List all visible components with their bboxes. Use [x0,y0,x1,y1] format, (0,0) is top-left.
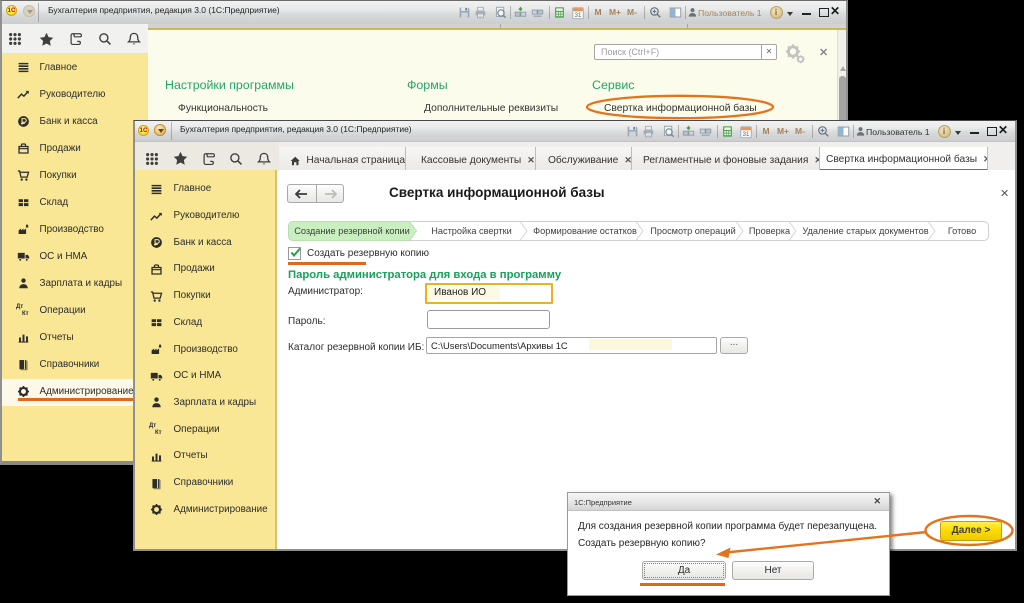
svg-text:Настройка свертки: Настройка свертки [431,226,512,236]
svg-text:Удаление старых документов: Удаление старых документов [802,226,928,236]
svg-text:Создание резервной копии: Создание резервной копии [294,226,410,236]
svg-text:Готово: Готово [948,226,976,236]
svg-text:Проверка: Проверка [749,226,791,236]
svg-text:Просмотр операций: Просмотр операций [650,226,735,236]
svg-text:Формирование остатков: Формирование остатков [533,226,637,236]
